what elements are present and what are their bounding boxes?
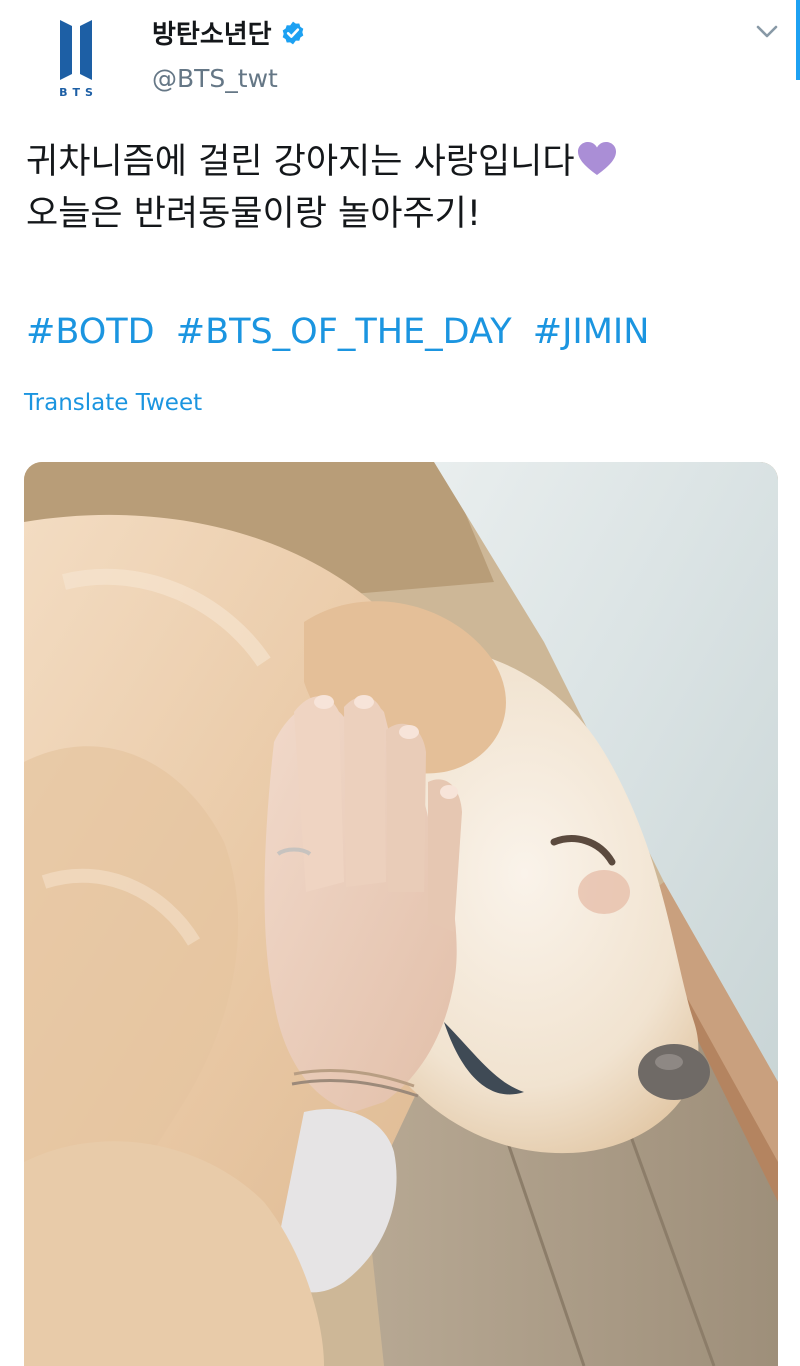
hashtag-botd[interactable]: #BOTD — [26, 312, 155, 352]
hashtag-bts-of-the-day[interactable]: #BTS_OF_THE_DAY — [176, 312, 512, 352]
tweet-line-1-text: 귀차니즘에 걸린 강아지는 사랑입니다 — [26, 142, 575, 182]
purple-heart-icon — [577, 142, 616, 175]
tweet-page: BTS 방탄소년단 @BTS_twt 귀차니즘에 걸린 강아지는 사랑입니다 오… — [0, 0, 800, 1366]
display-name[interactable]: 방탄소년단 — [152, 14, 306, 51]
chevron-down-icon[interactable] — [754, 22, 780, 42]
avatar[interactable]: BTS — [26, 12, 126, 112]
hashtags: #BOTD #BTS_OF_THE_DAY #JIMIN — [26, 312, 649, 352]
handle[interactable]: @BTS_twt — [152, 64, 278, 93]
display-name-text: 방탄소년단 — [152, 20, 272, 50]
tweet-line-1: 귀차니즘에 걸린 강아지는 사랑입니다 — [26, 136, 766, 188]
tweet-text: 귀차니즘에 걸린 강아지는 사랑입니다 오늘은 반려동물이랑 놀아주기! — [26, 136, 766, 240]
avatar-caption: BTS — [59, 86, 98, 99]
translate-tweet-link[interactable]: Translate Tweet — [24, 390, 202, 416]
verified-badge-icon — [282, 21, 303, 44]
tweet-photo[interactable] — [24, 462, 778, 1366]
tweet-line-2: 오늘은 반려동물이랑 놀아주기! — [26, 194, 481, 234]
scrollbar[interactable] — [796, 0, 800, 80]
hashtag-jimin[interactable]: #JIMIN — [533, 312, 650, 352]
photo-dog-hand — [24, 462, 778, 1366]
